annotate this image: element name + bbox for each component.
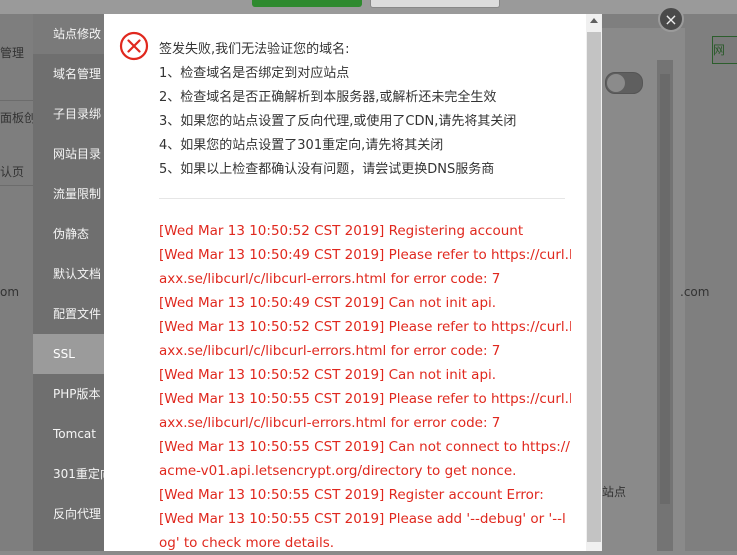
reason-item: 5、如果以上检查都确认没有问题，请尝试更换DNS服务商 — [159, 162, 495, 177]
reason-item: 4、如果您的站点设置了301重定向,请先将其关闭 — [159, 138, 444, 153]
dialog-divider — [159, 198, 565, 199]
sidebar-item-rewrite[interactable]: 伪静态 — [33, 214, 104, 254]
sidebar-item-site-edit[interactable]: 站点修改 — [33, 14, 104, 54]
sidebar-item-default-doc[interactable]: 默认文档 — [33, 254, 104, 294]
background-left-label-default: 认页 — [0, 165, 25, 179]
sidebar-item-site-dir[interactable]: 网站目录 — [33, 134, 104, 174]
background-toggle[interactable] — [605, 72, 643, 94]
log-line: [Wed Mar 13 10:50:52 CST 2019] Please re… — [159, 319, 571, 335]
sidebar-item-config-file[interactable]: 配置文件 — [33, 294, 104, 334]
dialog-scrollbar-thumb[interactable] — [587, 32, 601, 542]
background-left-panel — [0, 14, 33, 551]
sidebar-item-tomcat[interactable]: Tomcat — [33, 414, 104, 454]
log-line: [Wed Mar 13 10:50:52 CST 2019] Registeri… — [159, 223, 524, 239]
log-line: [Wed Mar 13 10:50:55 CST 2019] Please ad… — [159, 511, 566, 527]
sidebar-item-php-version[interactable]: PHP版本 — [33, 374, 104, 414]
sidebar-item-subdir-bind[interactable]: 子目录绑 — [33, 94, 104, 134]
reason-item: 2、检查域名是否正确解析到本服务器,或解析还未完全生效 — [159, 90, 497, 105]
log-line: [Wed Mar 13 10:50:52 CST 2019] Can not i… — [159, 367, 497, 383]
log-line: [Wed Mar 13 10:50:55 CST 2019] Please re… — [159, 391, 571, 407]
log-line: axx.se/libcurl/c/libcurl-errors.html for… — [159, 271, 501, 287]
background-divider — [0, 100, 33, 101]
close-button-label: × — [664, 10, 678, 29]
toolbar-green-button[interactable] — [252, 0, 362, 7]
log-line: [Wed Mar 13 10:50:55 CST 2019] Register … — [159, 487, 544, 503]
background-left-label-manage: 管理 — [0, 46, 25, 60]
reason-item: 3、如果您的站点设置了反向代理,或使用了CDN,请先将其关闭 — [159, 114, 517, 129]
background-right-label-site: 站点 — [602, 485, 627, 499]
toolbar-white-button[interactable] — [370, 0, 500, 8]
toggle-knob — [607, 74, 625, 92]
error-log: [Wed Mar 13 10:50:52 CST 2019] Registeri… — [159, 219, 571, 555]
sidebar-item-reverse-proxy[interactable]: 反向代理 — [33, 494, 104, 534]
close-icon[interactable]: × — [658, 6, 684, 32]
log-line: [Wed Mar 13 10:50:55 CST 2019] Can not c… — [159, 439, 570, 455]
background-right-box[interactable]: 网 — [712, 36, 737, 64]
background-left-label-panel: 面板创 — [0, 111, 37, 125]
circle-x-icon — [119, 31, 149, 61]
background-scrollbar-thumb[interactable] — [660, 74, 670, 504]
reason-item: 1、检查域名是否绑定到对应站点 — [159, 66, 350, 81]
sidebar-item-domain-manage[interactable]: 域名管理 — [33, 54, 104, 94]
log-line: [Wed Mar 13 10:50:49 CST 2019] Can not i… — [159, 295, 497, 311]
top-toolbar — [0, 0, 737, 14]
background-divider — [0, 185, 33, 186]
sidebar-item-traffic-limit[interactable]: 流量限制 — [33, 174, 104, 214]
log-line: [Wed Mar 13 10:50:49 CST 2019] Please re… — [159, 247, 571, 263]
sidebar-item-ssl[interactable]: SSL — [33, 334, 104, 374]
log-line: axx.se/libcurl/c/libcurl-errors.html for… — [159, 343, 501, 359]
log-line: acme-v01.api.letsencrypt.org/directory t… — [159, 463, 517, 479]
site-settings-sidebar: 站点修改 域名管理 子目录绑 网站目录 流量限制 伪静态 默认文档 配置文件 S… — [33, 14, 104, 551]
background-left-label-domain: om — [0, 285, 20, 299]
sidebar-item-redirect-301[interactable]: 301重定向 — [33, 454, 104, 494]
log-line: axx.se/libcurl/c/libcurl-errors.html for… — [159, 415, 501, 431]
dialog-title: 签发失败,我们无法验证您的域名: — [159, 42, 350, 57]
log-line: og' to check more details. — [159, 535, 335, 551]
background-right-box-label: 网 — [713, 43, 726, 57]
scroll-up-arrow-icon[interactable] — [590, 18, 598, 23]
background-right-label-com: .com — [680, 285, 710, 299]
